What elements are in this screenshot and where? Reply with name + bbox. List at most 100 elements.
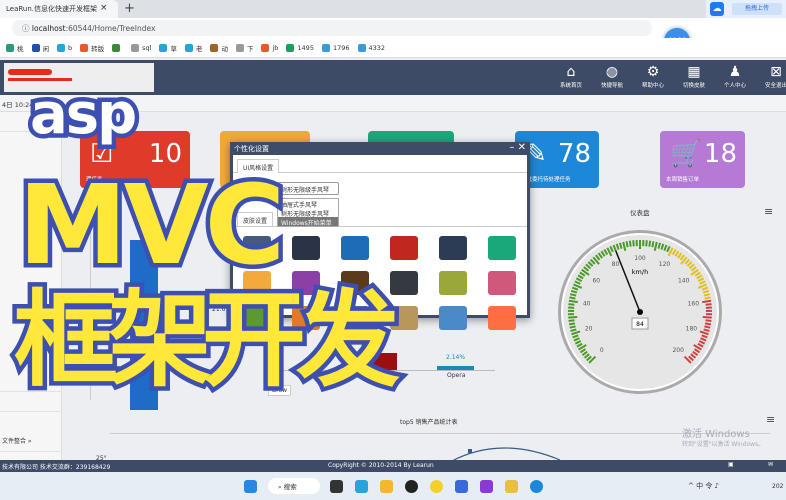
overlay-title-framework: 框架开发: [9, 279, 404, 401]
skin-swatch[interactable]: [390, 306, 418, 330]
notepad-icon[interactable]: [455, 480, 468, 493]
theme-options: 抽屉式手风琴 树形无限级手风琴 Windows开始菜单: [277, 198, 339, 227]
bookmark[interactable]: 闲: [31, 43, 50, 53]
bookmark-label: 4332: [368, 43, 386, 52]
gauge-tick: [632, 240, 635, 247]
activation-watermark: 激活 Windows: [682, 429, 750, 440]
nav-label: 切换皮肤: [682, 83, 705, 89]
gauge-tick: [704, 322, 712, 326]
skin-swatch[interactable]: [439, 271, 467, 295]
gauge-tick-label: 120: [659, 261, 671, 268]
calendar-icon[interactable]: ▣: [728, 461, 734, 468]
search-label: 搜索: [283, 483, 297, 491]
upload-widget[interactable]: ☁ 拖拽上传: [706, 0, 786, 18]
gauge-tick: [648, 240, 652, 247]
bookmark[interactable]: 1796: [321, 43, 350, 52]
bookmark[interactable]: sql: [131, 43, 151, 52]
home-icon: ⌂: [566, 64, 576, 80]
bookmark-icon: [357, 43, 366, 52]
skin-swatch[interactable]: [488, 236, 516, 260]
windows-start-icon[interactable]: [244, 480, 257, 493]
bookmark-icon: [159, 43, 168, 52]
gauge-title: 仪表盘: [630, 209, 650, 217]
bookmark[interactable]: [112, 43, 123, 52]
gauge-tick: [569, 325, 576, 329]
skin-swatch[interactable]: [439, 236, 467, 260]
gauge-value: 84: [636, 321, 644, 328]
gauge-tick: [625, 241, 629, 248]
exit-icon: ⊠: [770, 64, 782, 80]
nav-exit[interactable]: ⊠ 安全退出: [757, 64, 786, 89]
theme-select-value: 树形无限级手风琴: [281, 187, 330, 194]
stat-card-orders[interactable]: 🛒 18 本周销售订单: [660, 131, 745, 188]
chart-menu-icon[interactable]: ≡: [766, 413, 775, 426]
bookmark[interactable]: 动: [210, 43, 228, 53]
bilibili-icon[interactable]: [355, 480, 368, 493]
close-icon[interactable]: ✕: [518, 142, 526, 153]
visual-studio-icon[interactable]: [480, 480, 493, 493]
nav-gear[interactable]: ⚙ 帮助中心: [634, 64, 672, 89]
skin-swatch[interactable]: [390, 271, 418, 295]
bookmark-label: 闲: [42, 44, 50, 53]
taskbar-date[interactable]: 202: [772, 483, 783, 490]
theme-option[interactable]: 树形无限级手风琴: [278, 208, 338, 218]
edge-icon[interactable]: [530, 480, 543, 493]
skin-swatch[interactable]: [488, 306, 516, 330]
skin-swatch[interactable]: [439, 306, 467, 330]
mail-icon[interactable]: ✉: [768, 461, 773, 468]
new-tab-button[interactable]: +: [124, 1, 135, 16]
bookmark[interactable]: 4332: [357, 43, 386, 52]
nav-globe[interactable]: ◍ 快捷导航: [593, 64, 631, 89]
music-icon[interactable]: [430, 480, 443, 493]
chart-menu-icon[interactable]: ≡: [764, 205, 773, 218]
taskview-icon[interactable]: [330, 480, 343, 493]
bookmark[interactable]: 转版: [80, 43, 104, 53]
theme-option[interactable]: 抽屉式手风琴: [278, 199, 338, 209]
bookmark-label: 下: [246, 44, 254, 53]
bookmark[interactable]: 草: [159, 43, 177, 53]
speed-gauge: 0 20 40 60 80 100 120 140 160 180 200 km/h 84: [558, 230, 722, 394]
gauge-tick: [704, 296, 711, 300]
nav-label: 个人中心: [723, 83, 746, 89]
taskbar-search[interactable]: ⌕ 搜索: [268, 478, 320, 494]
bookmark[interactable]: 老: [184, 43, 202, 53]
bookmark[interactable]: 桃: [6, 43, 24, 53]
skin-swatch[interactable]: [488, 271, 516, 295]
dialog-header: 个性化设置 – ✕: [230, 142, 530, 155]
upload-label: 拖拽上传: [732, 3, 782, 15]
bookmark[interactable]: 下: [235, 43, 254, 53]
nav-home[interactable]: ⌂ 系统首页: [552, 64, 590, 89]
nav-label: 帮助中心: [641, 83, 664, 89]
gauge-tick: [568, 322, 576, 326]
gear-icon: ⚙: [646, 64, 660, 80]
skin-swatch[interactable]: [292, 236, 320, 260]
bookmark-label: 草: [170, 44, 177, 53]
nav-user[interactable]: ♟ 个人中心: [716, 64, 754, 89]
bookmark[interactable]: b: [57, 43, 72, 52]
skin-swatch[interactable]: [390, 236, 418, 260]
bookmark-icon: [131, 43, 140, 52]
bookmark[interactable]: jb: [261, 43, 278, 52]
app-footer: 技术有限公司 技术交流群：239168429 CopyRight © 2010-…: [0, 460, 786, 472]
gauge-tick-label: 80: [612, 261, 620, 268]
dialog-title: 个性化设置: [234, 145, 269, 153]
gauge-tick: [705, 319, 712, 323]
gauge-tick-label: 140: [678, 277, 690, 284]
gauge-tick-label: 20: [585, 326, 593, 333]
skin-swatch[interactable]: [341, 236, 369, 260]
theme-select[interactable]: 树形无限级手风琴 ⌄: [277, 182, 339, 201]
bookmark-label: 1495: [297, 43, 314, 52]
theme-option[interactable]: Windows开始菜单: [278, 217, 338, 227]
url-input[interactable]: ⓘ localhost:60544/Home/TreeIndex: [12, 20, 652, 36]
nav-grid[interactable]: ▦ 切换皮肤: [675, 64, 713, 89]
minimize-icon[interactable]: –: [509, 142, 514, 153]
bar-label: 2.14%: [446, 354, 466, 361]
close-tab-icon[interactable]: ×: [100, 3, 108, 13]
system-tray[interactable]: ^ 中 令 ♪: [688, 481, 719, 491]
app-icon[interactable]: [505, 480, 518, 493]
overlay-title-asp: asp: [25, 78, 141, 152]
sidebar-item-files[interactable]: 文件整合 »: [0, 432, 62, 452]
explorer-icon[interactable]: [380, 480, 393, 493]
app-icon[interactable]: [405, 480, 418, 493]
bookmark[interactable]: 1495: [286, 43, 314, 52]
